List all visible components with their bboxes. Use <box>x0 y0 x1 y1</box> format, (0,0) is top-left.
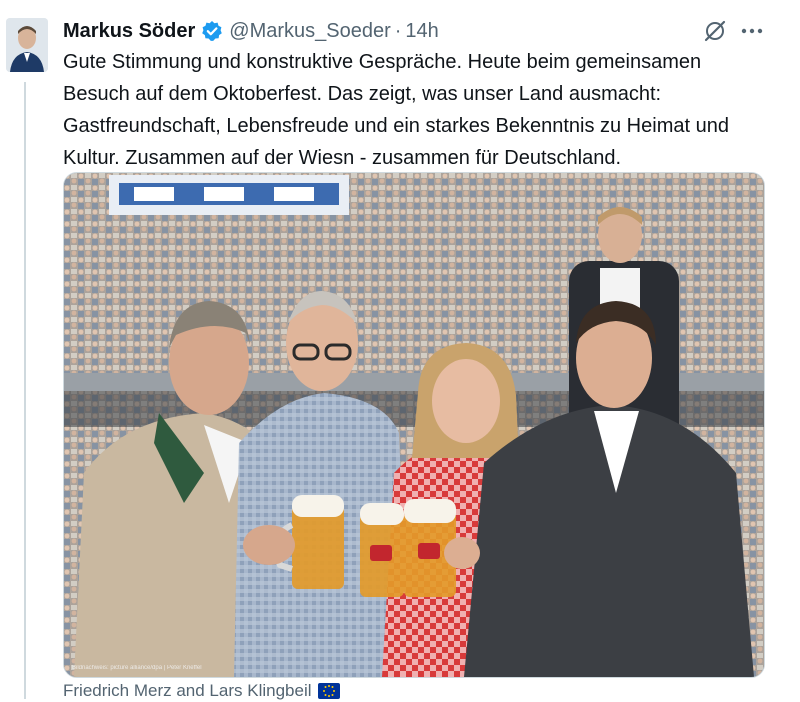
tweet-text-line: Gute Stimmung und konstruktive Gespräche… <box>63 51 702 73</box>
thread-connector-line <box>24 82 26 699</box>
tweet-photo[interactable]: Bildnachweis: picture alliance/dpa | Pet… <box>63 172 765 678</box>
avatar-image <box>6 18 48 72</box>
photo-credit: Bildnachweis: picture alliance/dpa | Pet… <box>72 665 202 671</box>
tweet-text-line: Gastfreundschaft, Lebensfreude und ein s… <box>63 115 729 137</box>
author-name[interactable]: Markus Söder <box>63 20 195 43</box>
verified-badge-icon[interactable] <box>201 20 223 42</box>
tweet-text: Gute Stimmung und konstruktive Gespräche… <box>63 46 763 174</box>
photo-illustration <box>64 173 764 677</box>
grok-icon[interactable] <box>702 18 728 44</box>
tweet-timestamp[interactable]: 14h <box>405 20 438 43</box>
avatar[interactable] <box>6 18 48 72</box>
tweet-text-line: Kultur. Zusammen auf der Wiesn - zusamme… <box>63 147 622 169</box>
more-icon[interactable] <box>738 18 766 44</box>
eu-flag-icon <box>317 683 340 699</box>
tagged-people-label[interactable]: Friedrich Merz and Lars Klingbeil <box>63 681 312 701</box>
tweet-text-line: Besuch auf dem Oktoberfest. Das zeigt, w… <box>63 83 662 105</box>
tweet-header: Markus Söder @Markus_Soeder · 14h <box>63 15 760 47</box>
author-handle[interactable]: @Markus_Soeder <box>229 20 390 43</box>
separator-dot: · <box>394 19 402 42</box>
